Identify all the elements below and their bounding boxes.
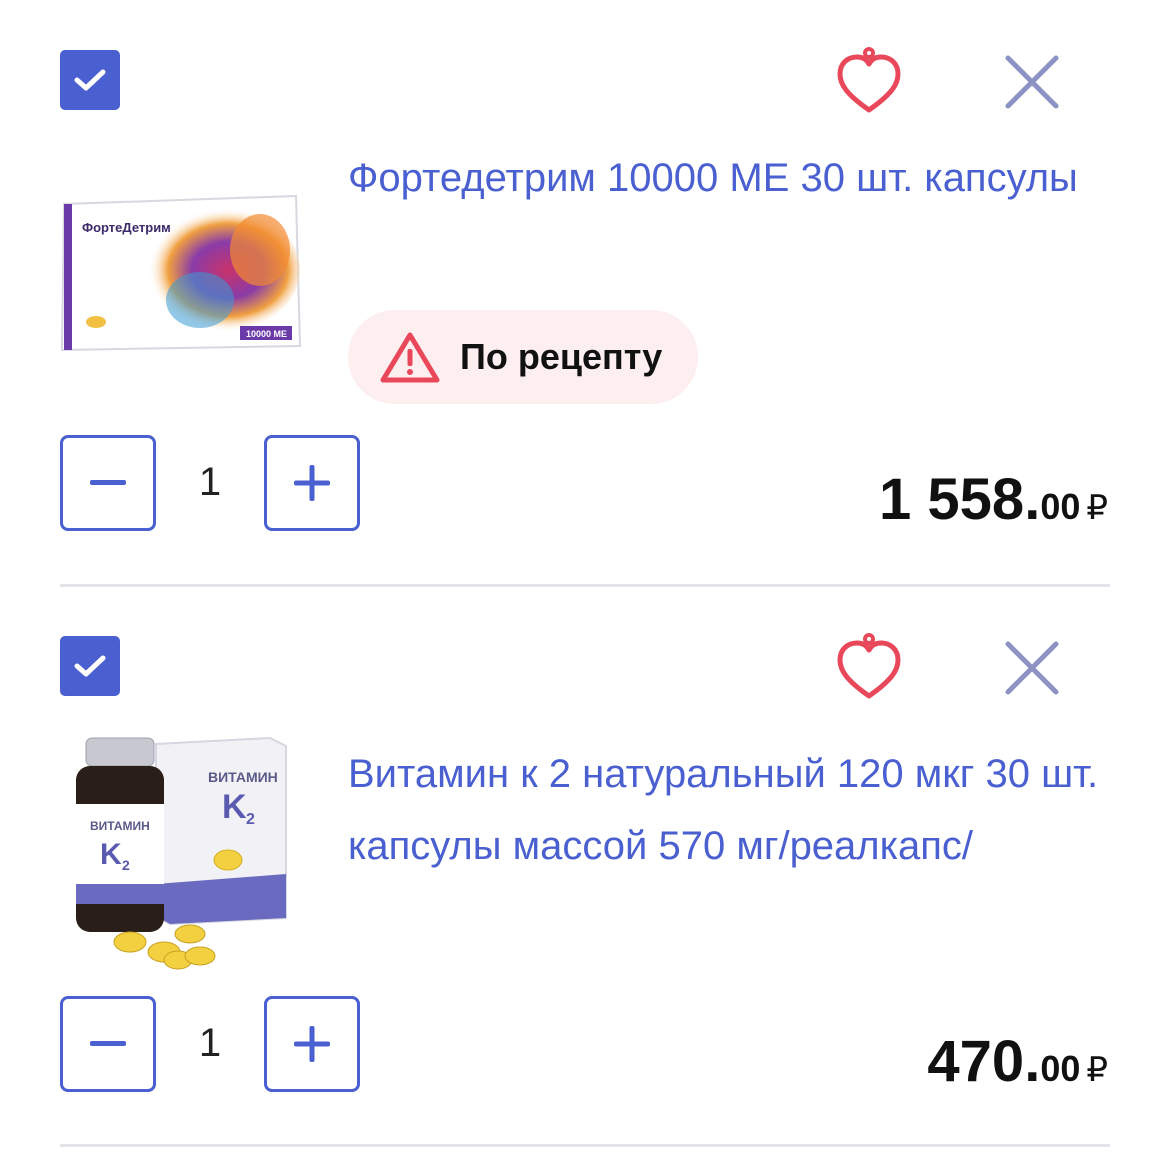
item-select-checkbox[interactable] [60,636,120,696]
plus-icon [294,465,330,501]
minus-icon [90,480,126,485]
currency-symbol: ₽ [1086,1051,1108,1089]
heart-icon[interactable] [836,632,902,702]
thumb-k-text: K [222,788,247,826]
price-cents: 00 [1040,1048,1081,1089]
item-divider [60,1144,1110,1147]
check-icon [74,69,106,91]
cart-item: ВИТАМИН K 2 ВИТАМИН K 2 Витамин к 2 нату… [0,586,1170,1147]
prescription-label: По рецепту [460,336,663,377]
thumb-k-sub-text: 2 [246,811,255,828]
currency-symbol: ₽ [1086,489,1108,527]
thumb-dose-text: 10000 МЕ [246,329,287,339]
product-title[interactable]: Витамин к 2 натуральный 120 мкг 30 шт. к… [348,738,1108,882]
heart-icon[interactable] [836,46,902,116]
prescription-badge: По рецепту [348,310,698,404]
increase-quantity-button[interactable] [264,996,360,1092]
price-main: 470. [927,1029,1041,1094]
close-icon[interactable] [1004,640,1060,696]
thumb-brand-text: ФортеДетрим [82,220,171,235]
product-title[interactable]: Фортедетрим 10000 МЕ 30 шт. капсулы [348,142,1108,214]
close-icon[interactable] [1004,54,1060,110]
thumb-brand-text: ВИТАМИН [208,769,278,785]
price-cents: 00 [1040,486,1081,527]
item-price: 470.00 ₽ [927,1028,1108,1095]
decrease-quantity-button[interactable] [60,435,156,531]
quantity-value: 1 [198,460,222,504]
plus-icon [294,1026,330,1062]
warning-triangle-icon [380,332,440,383]
quantity-value: 1 [198,1021,222,1065]
price-main: 1 558. [879,467,1041,532]
increase-quantity-button[interactable] [264,435,360,531]
product-image[interactable]: ВИТАМИН K 2 ВИТАМИН K 2 [60,734,310,974]
item-price: 1 558.00 ₽ [879,466,1108,533]
minus-icon [90,1041,126,1046]
item-select-checkbox[interactable] [60,50,120,110]
thumb-bottle-k-text: K [100,838,122,871]
thumb-bottle-brand-text: ВИТАМИН [90,819,150,833]
thumb-bottle-k-sub-text: 2 [122,857,130,873]
check-icon [74,655,106,677]
cart-item: ФортеДетрим 10000 МЕ Фортедетрим 10000 М… [0,0,1170,587]
decrease-quantity-button[interactable] [60,996,156,1092]
product-image[interactable]: ФортеДетрим 10000 МЕ [60,190,310,360]
